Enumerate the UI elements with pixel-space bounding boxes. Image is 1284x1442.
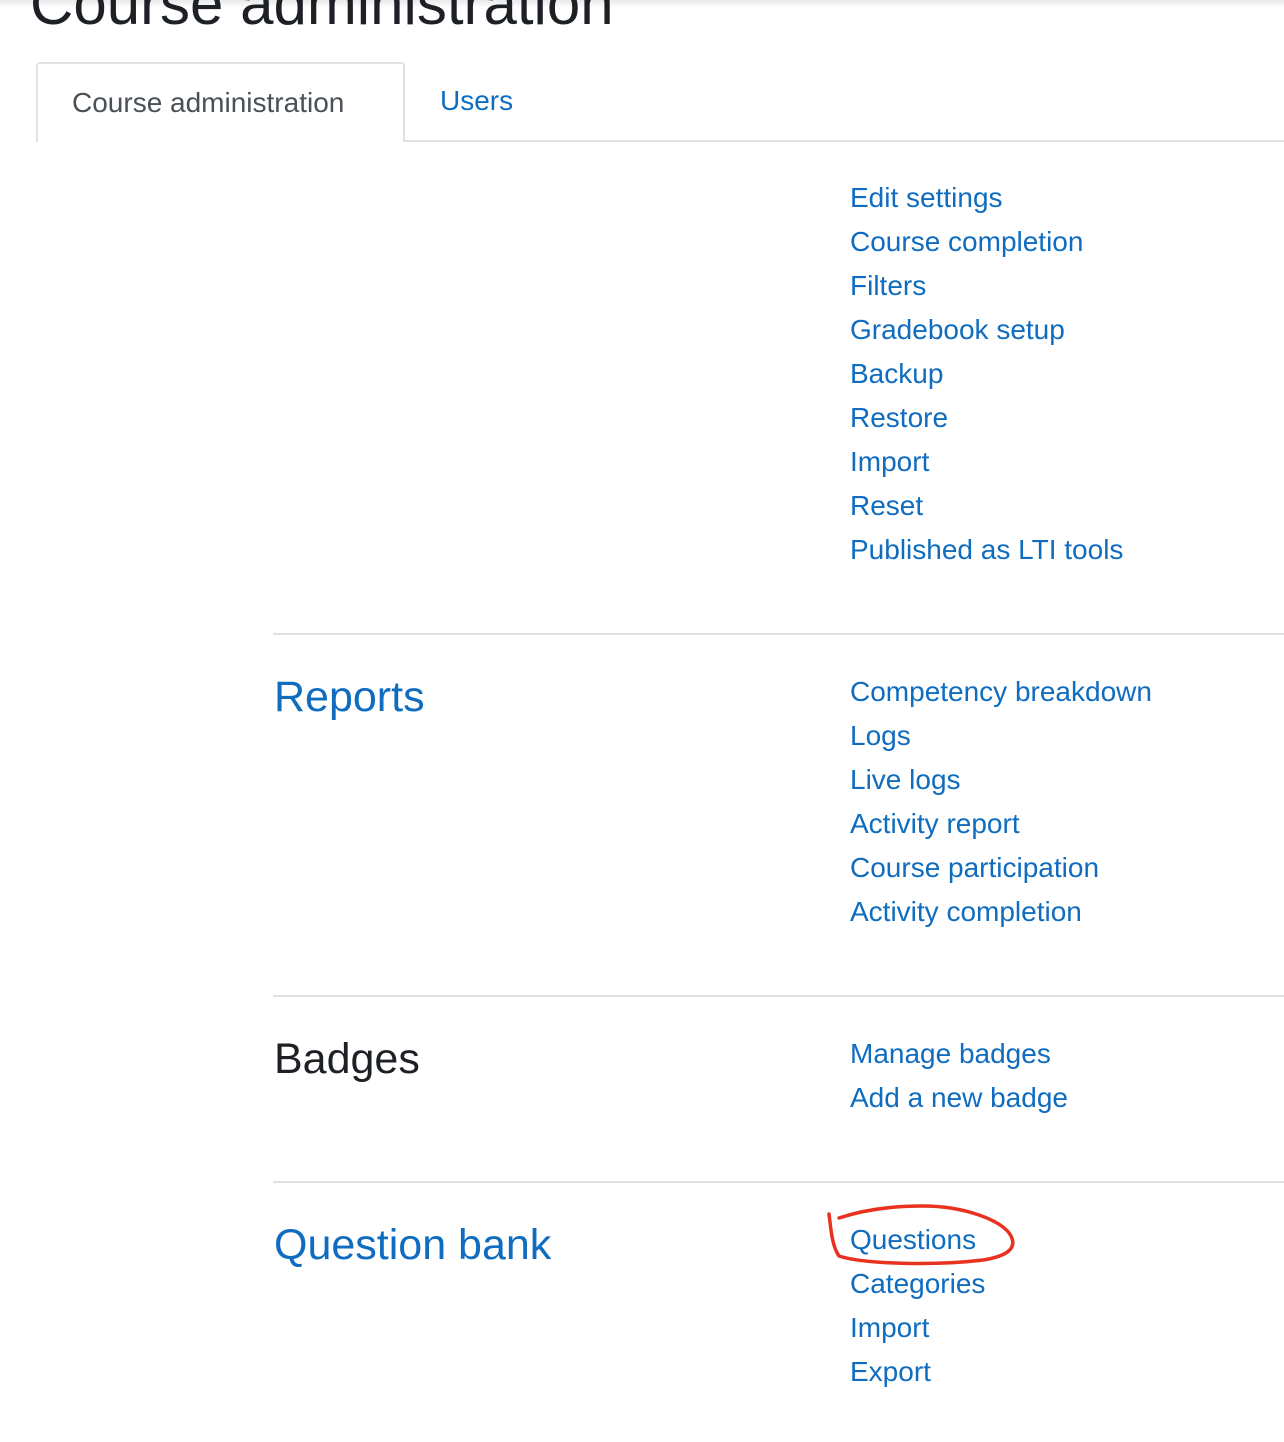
link-competency-breakdown[interactable]: Competency breakdown (850, 670, 1152, 714)
reports-heading[interactable]: Reports (274, 672, 425, 722)
link-import[interactable]: Import (850, 440, 1123, 484)
link-add-a-new-badge[interactable]: Add a new badge (850, 1076, 1068, 1120)
link-manage-badges[interactable]: Manage badges (850, 1032, 1068, 1076)
link-course-completion[interactable]: Course completion (850, 220, 1123, 264)
question-bank-heading[interactable]: Question bank (274, 1220, 551, 1270)
link-import-questions[interactable]: Import (850, 1306, 985, 1350)
link-logs[interactable]: Logs (850, 714, 1152, 758)
tab-course-administration[interactable]: Course administration (36, 62, 405, 142)
badges-heading: Badges (274, 1035, 420, 1083)
link-activity-report[interactable]: Activity report (850, 802, 1152, 846)
badges-links: Manage badges Add a new badge (850, 1032, 1068, 1120)
link-export-questions[interactable]: Export (850, 1350, 985, 1394)
link-categories[interactable]: Categories (850, 1262, 985, 1306)
course-settings-links: Edit settings Course completion Filters … (850, 176, 1123, 572)
link-filters[interactable]: Filters (850, 264, 1123, 308)
link-course-participation[interactable]: Course participation (850, 846, 1152, 890)
link-backup[interactable]: Backup (850, 352, 1123, 396)
link-restore[interactable]: Restore (850, 396, 1123, 440)
reports-links: Competency breakdown Logs Live logs Acti… (850, 670, 1152, 934)
link-questions[interactable]: Questions (850, 1218, 985, 1262)
link-gradebook-setup[interactable]: Gradebook setup (850, 308, 1123, 352)
section-divider (273, 633, 1284, 635)
link-activity-completion[interactable]: Activity completion (850, 890, 1152, 934)
page-title: Course administration (30, 0, 614, 37)
link-live-logs[interactable]: Live logs (850, 758, 1152, 802)
tab-users[interactable]: Users (440, 62, 513, 140)
section-divider (273, 995, 1284, 997)
link-reset[interactable]: Reset (850, 484, 1123, 528)
question-bank-links: Questions Categories Import Export (850, 1218, 985, 1394)
section-divider (273, 1181, 1284, 1183)
link-published-as-lti-tools[interactable]: Published as LTI tools (850, 528, 1123, 572)
link-edit-settings[interactable]: Edit settings (850, 176, 1123, 220)
